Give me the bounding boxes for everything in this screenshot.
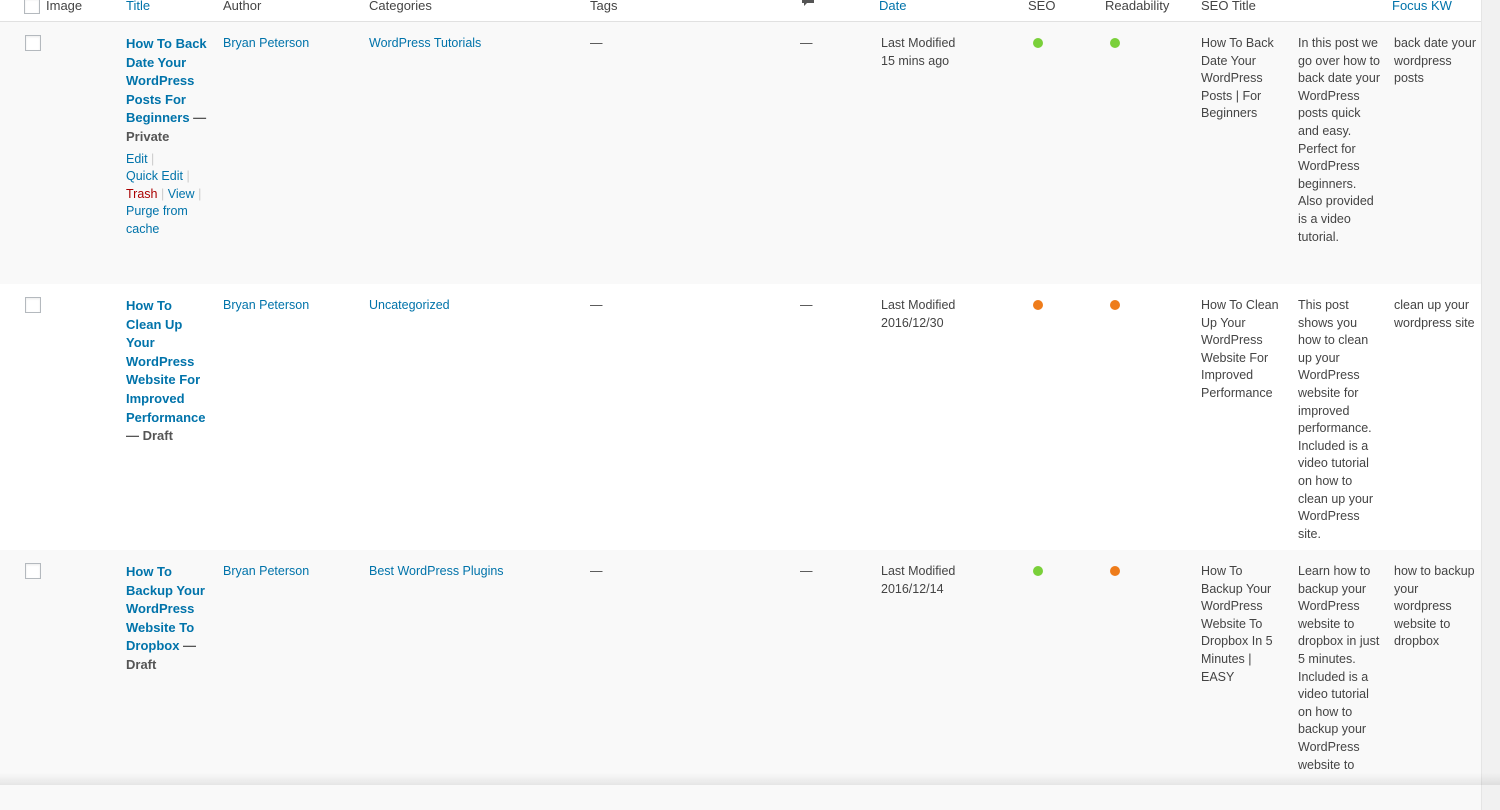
category-link[interactable]: WordPress Tutorials bbox=[369, 36, 481, 50]
col-date-header[interactable]: Date bbox=[879, 0, 906, 13]
author-link[interactable]: Bryan Peterson bbox=[223, 564, 309, 578]
seo-score-dot bbox=[1033, 38, 1043, 48]
post-state: — Draft bbox=[126, 428, 173, 444]
table-header: Image Title Author Categories Tags Date … bbox=[0, 0, 1481, 22]
date-label: Last Modified bbox=[881, 564, 956, 578]
table-row: How To Back Date Your WordPress Posts Fo… bbox=[0, 22, 1481, 284]
bottom-shadow bbox=[0, 773, 1500, 785]
row-checkbox[interactable] bbox=[25, 35, 41, 51]
date-cell: Last Modified 15 mins ago bbox=[881, 35, 1011, 70]
action-separator: | bbox=[186, 169, 190, 184]
date-label: Last Modified bbox=[881, 36, 956, 50]
author-link[interactable]: Bryan Peterson bbox=[223, 36, 309, 50]
table-row: How To Clean Up Your WordPress Website F… bbox=[0, 284, 1481, 550]
category-cell: WordPress Tutorials bbox=[369, 35, 569, 53]
post-title-link[interactable]: How To Clean Up Your WordPress Website F… bbox=[126, 298, 205, 425]
category-link[interactable]: Uncategorized bbox=[369, 298, 450, 312]
tags-cell: — bbox=[590, 298, 603, 312]
row-actions: Edit | Quick Edit | Trash | View | Purge… bbox=[126, 151, 208, 239]
seo-score-dot bbox=[1033, 300, 1043, 310]
select-all-checkbox[interactable] bbox=[24, 0, 40, 14]
focus-keyword-cell: how to backup your wordpress website to … bbox=[1394, 564, 1475, 649]
seo-title-cell: How To Clean Up Your WordPress Website F… bbox=[1201, 298, 1279, 400]
tags-cell: — bbox=[590, 564, 603, 578]
col-categories-header: Categories bbox=[369, 0, 432, 13]
readability-score-dot bbox=[1110, 38, 1120, 48]
col-title-header[interactable]: Title bbox=[126, 0, 150, 13]
post-title-cell: How To Clean Up Your WordPress Website F… bbox=[126, 297, 208, 446]
meta-description-cell: Learn how to backup your WordPress websi… bbox=[1298, 564, 1380, 772]
action-separator: | bbox=[198, 186, 202, 201]
meta-description-cell: This post shows you how to clean up your… bbox=[1298, 298, 1374, 541]
author-cell: Bryan Peterson bbox=[223, 35, 353, 53]
col-seo-header: SEO bbox=[1028, 0, 1056, 13]
table-row: How To Backup Your WordPress Website To … bbox=[0, 550, 1481, 810]
date-cell: Last Modified 2016/12/30 bbox=[881, 297, 1011, 332]
seo-title-cell: How To Backup Your WordPress Website To … bbox=[1201, 564, 1273, 684]
meta-description-cell: In this post we go over how to back date… bbox=[1298, 36, 1380, 244]
posts-table: Image Title Author Categories Tags Date … bbox=[0, 0, 1482, 810]
date-cell: Last Modified 2016/12/14 bbox=[881, 563, 1011, 598]
category-link[interactable]: Best WordPress Plugins bbox=[369, 564, 504, 578]
category-cell: Uncategorized bbox=[369, 297, 569, 315]
category-cell: Best WordPress Plugins bbox=[369, 563, 569, 581]
comments-cell: — bbox=[800, 564, 813, 578]
seo-title-cell: How To Back Date Your WordPress Posts | … bbox=[1201, 36, 1274, 121]
col-author-header: Author bbox=[223, 0, 262, 13]
date-value: 15 mins ago bbox=[881, 53, 950, 68]
comments-icon[interactable] bbox=[801, 0, 815, 11]
comments-cell: — bbox=[800, 298, 813, 312]
action-separator: | bbox=[160, 186, 165, 201]
author-cell: Bryan Peterson bbox=[223, 563, 353, 581]
comments-cell: — bbox=[800, 36, 813, 50]
edit-link[interactable]: Edit bbox=[126, 152, 148, 166]
author-cell: Bryan Peterson bbox=[223, 297, 353, 315]
focus-keyword-cell: clean up your wordpress site bbox=[1394, 298, 1475, 330]
trash-link[interactable]: Trash bbox=[126, 187, 158, 201]
post-title-cell: How To Backup Your WordPress Website To … bbox=[126, 563, 208, 675]
seo-score-dot bbox=[1033, 566, 1043, 576]
row-checkbox[interactable] bbox=[25, 297, 41, 313]
date-value: 2016/12/14 bbox=[881, 581, 944, 596]
row-checkbox[interactable] bbox=[25, 563, 41, 579]
date-label: Last Modified bbox=[881, 298, 956, 312]
col-readability-header: Readability bbox=[1105, 0, 1170, 13]
tags-cell: — bbox=[590, 36, 603, 50]
quick-edit-link[interactable]: Quick Edit bbox=[126, 169, 183, 183]
post-title-cell: How To Back Date Your WordPress Posts Fo… bbox=[126, 35, 208, 239]
col-focus-kw-header[interactable]: Focus KW bbox=[1392, 0, 1452, 13]
readability-score-dot bbox=[1110, 566, 1120, 576]
action-separator: | bbox=[151, 151, 155, 166]
col-image-header: Image bbox=[46, 0, 83, 13]
author-link[interactable]: Bryan Peterson bbox=[223, 298, 309, 312]
col-seo-title-header: SEO Title bbox=[1201, 0, 1256, 13]
view-link[interactable]: View bbox=[168, 187, 195, 201]
focus-keyword-cell: back date your wordpress posts bbox=[1394, 36, 1476, 86]
purge-cache-link[interactable]: Purge from cache bbox=[126, 204, 188, 236]
col-tags-header: Tags bbox=[590, 0, 618, 13]
readability-score-dot bbox=[1110, 300, 1120, 310]
date-value: 2016/12/30 bbox=[881, 315, 944, 330]
